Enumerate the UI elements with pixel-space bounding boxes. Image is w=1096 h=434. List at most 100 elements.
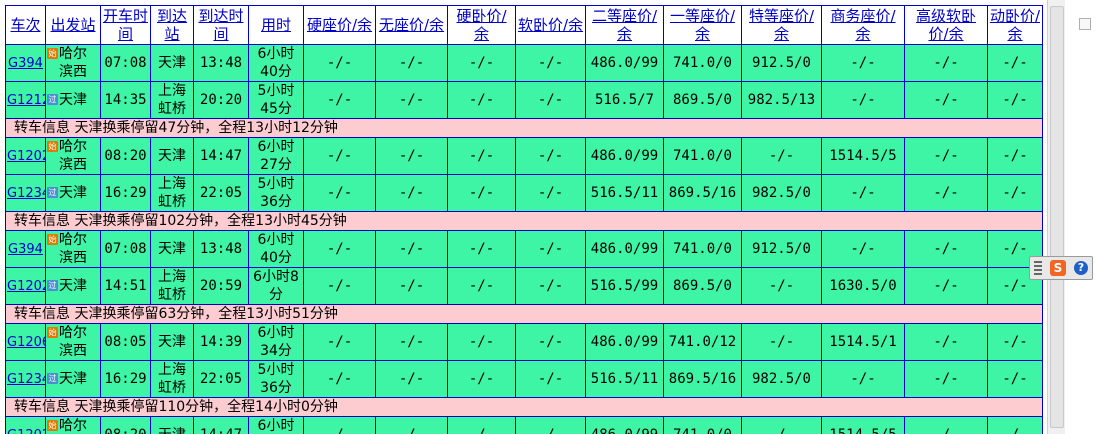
no-seat-price: -/- [375,323,448,361]
train-row: G1206始哈尔滨西08:05天津14:396小时34分-/--/--/--/-… [5,323,1043,361]
business-seat-price: -/- [821,81,905,119]
origin-station-icon: 始 [47,327,58,338]
hard-sleeper-price: -/- [447,360,516,398]
hard-sleeper-price: -/- [447,137,516,175]
arrival-station: 上海虹桥 [150,267,194,305]
column-header[interactable]: 到达站 [150,5,194,45]
train-code-link[interactable]: G394 [8,242,43,257]
panel-box-icon [1079,18,1091,30]
first-class-price: 741.0/0 [663,137,742,175]
business-seat-price: -/- [821,230,905,268]
column-header[interactable]: 软卧价/余 [515,5,586,45]
soft-sleeper-price: -/- [515,416,586,434]
column-header[interactable]: 特等座价/余 [741,5,822,45]
train-code-cell: G1234 [5,360,46,398]
second-class-price: 516.5/11 [585,360,664,398]
train-code-link[interactable]: G1202 [7,279,45,294]
soft-sleeper-price: -/- [515,174,586,212]
departure-time: 14:51 [100,267,151,305]
no-seat-price: -/- [375,267,448,305]
ime-logo-icon[interactable]: S [1050,260,1066,276]
deluxe-sleeper-price: -/- [904,81,988,119]
hard-sleeper-price: -/- [447,267,516,305]
train-code-link[interactable]: G1212 [7,93,45,108]
departure-time: 07:08 [100,44,151,82]
train-code-link[interactable]: G1202 [7,149,45,164]
passing-station-icon: 过 [47,94,58,105]
vertical-scrollbar[interactable] [1047,0,1065,434]
ime-toolbar[interactable]: S ? [1029,256,1093,280]
arrival-station: 天津 [150,137,194,175]
second-class-price: 486.0/99 [585,230,664,268]
arrival-time: 13:48 [193,44,249,82]
soft-sleeper-price: -/- [515,323,586,361]
column-header[interactable]: 开车时间 [100,5,151,45]
arrival-time: 14:47 [193,416,249,434]
transfer-results-table: 车次 出发站 开车时间 到达站 到达时间 用时 硬座价/余 无座价/余 硬卧价/余 软卧价/余 二等… [5,5,1043,434]
first-class-price: 741.0/0 [663,416,742,434]
second-class-price: 486.0/99 [585,44,664,82]
train-code-link[interactable]: G1206 [7,335,45,350]
help-icon[interactable]: ? [1074,261,1088,275]
column-header[interactable]: 车次 [5,5,46,45]
arrival-station: 上海虹桥 [150,360,194,398]
table-header-row: 车次 出发站 开车时间 到达站 到达时间 用时 硬座价/余 无座价/余 硬卧价/余 软卧价/余 二等… [5,5,1043,45]
column-header[interactable]: 用时 [248,5,304,45]
soft-sleeper-price: -/- [515,137,586,175]
premium-seat-price: 982.5/0 [741,174,822,212]
no-seat-price: -/- [375,230,448,268]
column-header[interactable]: 无座价/余 [375,5,448,45]
second-class-price: 516.5/99 [585,267,664,305]
premium-seat-price: -/- [741,137,822,175]
train-code-link[interactable]: G394 [8,56,43,71]
arrival-time: 14:47 [193,137,249,175]
origin-station-icon: 始 [47,234,58,245]
second-class-price: 516.5/11 [585,174,664,212]
duration: 6小时34分 [248,323,304,361]
deluxe-sleeper-price: -/- [904,416,988,434]
column-header[interactable]: 硬座价/余 [303,5,376,45]
departure-station-name: 哈尔滨西 [59,232,87,266]
transfer-info-row: 转车信息 天津换乘停留110分钟，全程14小时0分钟 [5,397,1043,417]
train-row: G1234过天津16:29上海虹桥22:055小时36分-/--/--/--/-… [5,360,1043,398]
moving-sleeper-price: -/- [987,174,1043,212]
premium-seat-price: 982.5/0 [741,360,822,398]
first-class-price: 741.0/12 [663,323,742,361]
soft-sleeper-price: -/- [515,44,586,82]
moving-sleeper-price: -/- [987,137,1043,175]
train-row: G1212过天津14:35上海虹桥20:205小时45分-/--/--/--/-… [5,81,1043,119]
scrollbar-thumb[interactable] [1050,6,1064,428]
train-code-link[interactable]: G1234 [7,372,45,387]
soft-sleeper-price: -/- [515,81,586,119]
departure-station: 始哈尔滨西 [45,416,101,434]
transfer-info-text: 转车信息 天津换乘停留47分钟，全程13小时12分钟 [5,118,1043,138]
arrival-time: 20:59 [193,267,249,305]
column-header[interactable]: 二等座价/余 [585,5,664,45]
column-header[interactable]: 出发站 [45,5,101,45]
arrival-time: 22:05 [193,174,249,212]
column-header[interactable]: 商务座价/余 [821,5,905,45]
second-class-price: 486.0/99 [585,416,664,434]
passing-station-icon: 过 [47,187,58,198]
train-code-link[interactable]: G1234 [7,186,45,201]
hard-seat-price: -/- [303,174,376,212]
column-header[interactable]: 高级软卧价/余 [904,5,988,45]
moving-sleeper-price: -/- [987,81,1043,119]
hard-seat-price: -/- [303,81,376,119]
arrival-time: 14:39 [193,323,249,361]
train-code-link[interactable]: G1202 [7,428,45,434]
arrival-time: 22:05 [193,360,249,398]
column-header[interactable]: 动卧价/余 [987,5,1043,45]
moving-sleeper-price: -/- [987,416,1043,434]
business-seat-price: 1514.5/1 [821,323,905,361]
column-header[interactable]: 到达时间 [193,5,249,45]
grip-icon[interactable] [1034,261,1042,275]
column-header[interactable]: 硬卧价/余 [447,5,516,45]
train-row: G394 始哈尔滨西 07:08 天津 13:48 6小时40分 -/- -/- -/- -/- 4… [5,230,1043,268]
duration: 5小时45分 [248,81,304,119]
hard-seat-price: -/- [303,137,376,175]
departure-station-name: 哈尔滨西 [59,46,87,80]
first-class-price: 869.5/16 [663,360,742,398]
column-header[interactable]: 一等座价/余 [663,5,742,45]
train-code-cell: G1206 [5,323,46,361]
